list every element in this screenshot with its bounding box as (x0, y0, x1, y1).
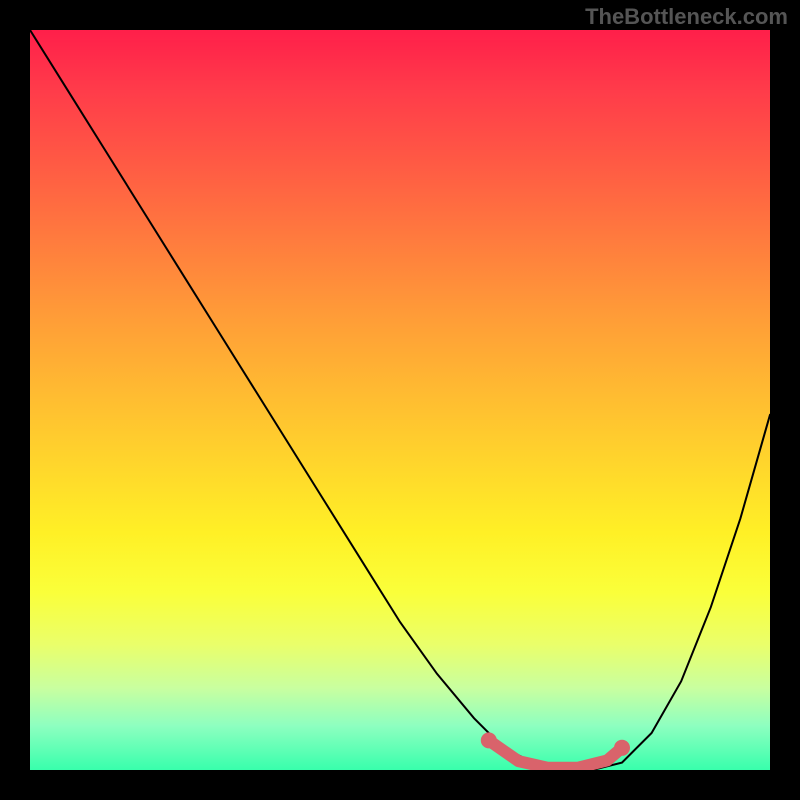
plot-area (30, 30, 770, 770)
chart-svg (30, 30, 770, 770)
optimal-range-endpoint-left (481, 732, 497, 748)
optimal-range-endpoint-right (614, 740, 630, 756)
optimal-range-highlight (489, 740, 622, 767)
bottleneck-curve-path (30, 30, 770, 770)
watermark-text: TheBottleneck.com (585, 4, 788, 30)
